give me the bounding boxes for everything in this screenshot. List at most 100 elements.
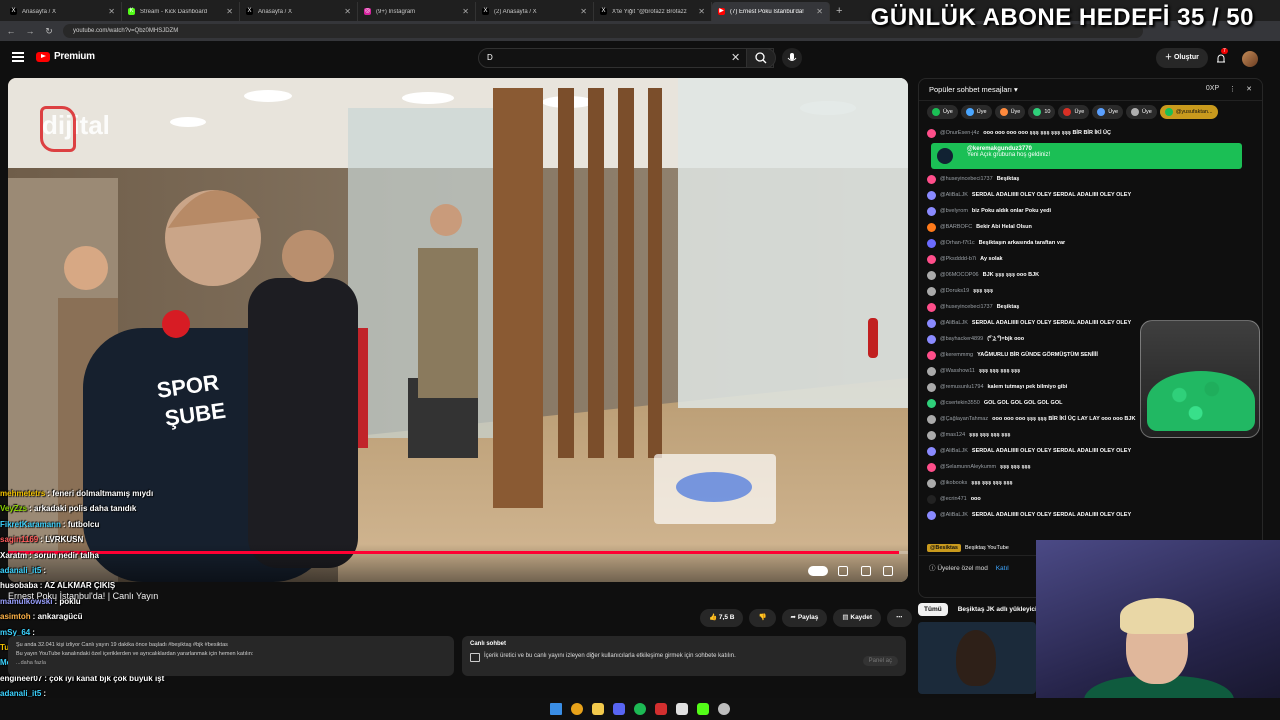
video-description[interactable]: Şu anda 32.041 kişi izliyor Canlı yayın … xyxy=(8,636,454,676)
chat-avatar[interactable] xyxy=(927,382,936,392)
chat-message[interactable]: @huseyincebeci1737 Beşiktaş xyxy=(927,171,1254,187)
member-badge[interactable]: Üye xyxy=(994,105,1026,119)
discord-icon[interactable] xyxy=(613,703,625,715)
member-badge[interactable]: Üye xyxy=(960,105,992,119)
voice-search-button[interactable] xyxy=(782,48,802,68)
close-tab-icon[interactable]: ✕ xyxy=(226,7,233,16)
chrome-icon[interactable] xyxy=(571,703,583,715)
save-button[interactable]: ▤ Kaydet xyxy=(833,609,882,627)
chat-author[interactable]: @Wasshow11 xyxy=(940,368,975,374)
fullscreen-icon[interactable] xyxy=(883,566,893,576)
notifications-button[interactable]: 7 xyxy=(1215,48,1228,64)
more-actions-button[interactable]: ⋯ xyxy=(887,609,912,627)
like-button[interactable]: 👍 7,5 B xyxy=(700,609,744,627)
chat-message[interactable]: @OnurEsen-j4z ooo ooo ooo ooo şşş şşş şşş… xyxy=(927,125,1254,141)
chat-author[interactable]: @ÇağlayanTahmaz xyxy=(940,416,988,422)
chat-avatar[interactable] xyxy=(927,190,936,200)
chat-author[interactable]: @OnurEsen-j4z xyxy=(940,130,979,136)
member-badge[interactable]: Üye xyxy=(1126,105,1157,119)
chat-author[interactable]: @remusunlu1794 xyxy=(940,384,984,390)
chat-author[interactable]: @06MOCOP06 xyxy=(940,272,979,278)
chat-author[interactable]: @Doruks19 xyxy=(940,288,969,294)
create-button[interactable]: ＋ Oluştur xyxy=(1156,48,1208,68)
chat-avatar[interactable] xyxy=(927,494,936,504)
chat-avatar[interactable] xyxy=(927,302,936,312)
chat-author[interactable]: @AliBaLJK xyxy=(940,320,968,326)
chat-author[interactable]: @mas124 xyxy=(940,432,965,438)
member-badge[interactable]: Üye xyxy=(1058,105,1090,119)
pinned-message[interactable]: @Besiktas Beşiktaş YouTube xyxy=(927,544,1009,552)
close-tab-icon[interactable]: ✕ xyxy=(580,7,587,16)
chat-author[interactable]: @Pksdddd-b7i xyxy=(940,256,976,262)
chat-avatar[interactable] xyxy=(927,270,936,280)
dislike-button[interactable]: 👎 xyxy=(749,609,776,627)
chat-author[interactable]: @keremmmg xyxy=(940,352,973,358)
chat-author[interactable]: @Orhan-f7t1c xyxy=(940,240,975,246)
search-input[interactable]: D xyxy=(478,48,774,68)
chat-avatar[interactable] xyxy=(927,286,936,296)
chat-author[interactable]: @csertekin3550 xyxy=(940,400,980,406)
member-badge[interactable]: 10 xyxy=(1028,105,1056,119)
kick-icon[interactable] xyxy=(697,703,709,715)
chat-author[interactable]: @AliBaLJK xyxy=(940,512,968,518)
chip-channel[interactable]: Beşiktaş JK adlı yükleyici xyxy=(958,606,1037,613)
autoplay-toggle[interactable] xyxy=(808,566,828,576)
chat-author[interactable]: @SelamunnAleykumm xyxy=(940,464,996,470)
close-tab-icon[interactable]: ✕ xyxy=(108,7,115,16)
chat-avatar[interactable] xyxy=(927,430,936,440)
chat-more-icon[interactable]: ⋮ xyxy=(1229,85,1236,93)
clear-search-icon[interactable]: ✕ xyxy=(731,51,740,64)
xsplit-icon[interactable] xyxy=(655,703,667,715)
folder-icon[interactable] xyxy=(592,703,604,715)
chip-all[interactable]: Tümü xyxy=(918,603,948,616)
search-button[interactable] xyxy=(746,48,776,68)
description-more[interactable]: ...daha fazla xyxy=(16,659,446,668)
chat-author[interactable]: @huseyincebeci1737 xyxy=(940,176,993,182)
close-tab-icon[interactable]: ✕ xyxy=(344,7,351,16)
chat-author[interactable]: @huseyincebeci1737 xyxy=(940,304,993,310)
browser-tab[interactable]: X (2) Anasayfa / X ✕ xyxy=(476,2,594,21)
chat-author[interactable]: @BARBOFC xyxy=(940,224,972,230)
chat-avatar[interactable] xyxy=(927,318,936,328)
chat-message[interactable]: @Pksdddd-b7i Ay solak xyxy=(927,251,1254,267)
youtube-logo[interactable]: Premium xyxy=(36,51,95,62)
chat-message[interactable]: @bvelyrom biz Poku aldık onlar Poku yedi xyxy=(927,203,1254,219)
member-badge[interactable]: @yusufaktan... xyxy=(1159,105,1218,119)
chat-avatar[interactable] xyxy=(927,334,936,344)
chat-avatar[interactable] xyxy=(927,366,936,376)
chat-message[interactable]: @Orhan-f7t1c Beşiktaşın arkasında tarafta… xyxy=(927,235,1254,251)
miniplayer-icon[interactable] xyxy=(861,566,871,576)
chat-avatar[interactable] xyxy=(927,238,936,248)
chat-message[interactable]: @BARBOFC Bekir Abi Helal Olsun xyxy=(927,219,1254,235)
chat-avatar[interactable] xyxy=(927,206,936,216)
close-tab-icon[interactable]: ✕ xyxy=(698,7,705,16)
close-tab-icon[interactable]: ✕ xyxy=(816,7,823,16)
reload-icon[interactable]: ↻ xyxy=(44,26,54,37)
member-badge[interactable]: Üye xyxy=(1092,105,1124,119)
open-panel-button[interactable]: Panel aç xyxy=(862,656,898,666)
chat-avatar[interactable] xyxy=(927,222,936,232)
browser-tab[interactable]: K Stream - Kick Dashboard ✕ xyxy=(122,2,240,21)
chat-message[interactable]: @ikobooks şşş şşş şşş şşş xyxy=(927,475,1254,491)
browser-tab[interactable]: X Anasayfa / X ✕ xyxy=(4,2,122,21)
chat-avatar[interactable] xyxy=(927,174,936,184)
back-icon[interactable]: ← xyxy=(6,26,16,36)
close-chat-icon[interactable]: ✕ xyxy=(1246,85,1252,93)
related-video-thumbnail[interactable] xyxy=(918,622,1036,694)
chat-author[interactable]: @ikobooks xyxy=(940,480,967,486)
chat-avatar[interactable] xyxy=(927,398,936,408)
account-avatar[interactable] xyxy=(1242,51,1258,67)
windows-icon[interactable] xyxy=(550,703,562,715)
chat-message[interactable]: @ecrin471 ooo xyxy=(927,491,1254,507)
close-tab-icon[interactable]: ✕ xyxy=(462,7,469,16)
chat-message[interactable]: @huseyincebeci1737 Beşiktaş xyxy=(927,299,1254,315)
spotify-icon[interactable] xyxy=(634,703,646,715)
chat-message[interactable]: @AliBaLJK SERDAL ADALIIIII OLEY OLEY SERD… xyxy=(927,507,1254,523)
chat-avatar[interactable] xyxy=(927,254,936,264)
chat-author[interactable]: @AliBaLJK xyxy=(940,192,968,198)
settings-icon[interactable] xyxy=(838,566,848,576)
chat-avatar[interactable] xyxy=(927,510,936,520)
chat-message[interactable]: @AliBaLJK SERDAL ADALIIIII OLEY OLEY SERD… xyxy=(927,187,1254,203)
chat-avatar[interactable] xyxy=(927,350,936,360)
chat-author[interactable]: @bayhacker4899 xyxy=(940,336,983,342)
